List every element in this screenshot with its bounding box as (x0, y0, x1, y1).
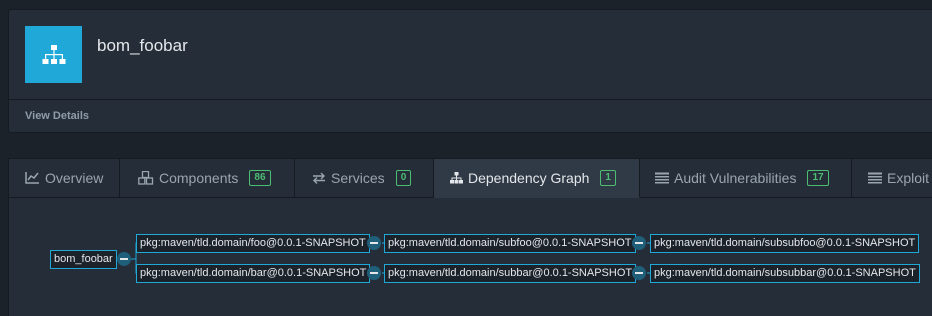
graph-node-foo[interactable]: pkg:maven/tld.domain/foo@0.0.1-SNAPSHOT (136, 234, 370, 253)
tasks-icon (868, 172, 882, 184)
tab-dependency-graph[interactable]: Dependency Graph 1 (434, 159, 640, 198)
sitemap-icon (25, 26, 82, 83)
line-chart-icon (25, 172, 40, 184)
graph-links (131, 242, 651, 274)
graph-node-subsubbar[interactable]: pkg:maven/tld.domain/subsubbar@0.0.1-SNA… (650, 264, 920, 283)
project-title: bom_foobar (97, 36, 188, 55)
tab-label: Exploit (887, 170, 930, 186)
tab-label: Dependency Graph (468, 170, 590, 186)
collapse-toggle-icon[interactable] (117, 252, 131, 266)
graph-node-bar[interactable]: pkg:maven/tld.domain/bar@0.0.1-SNAPSHOT (136, 264, 371, 283)
tab-label: Audit Vulnerabilities (674, 170, 797, 186)
graph-node-subsubfoo[interactable]: pkg:maven/tld.domain/subsubfoo@0.0.1-SNA… (650, 234, 920, 253)
collapse-toggle-icon[interactable] (367, 266, 381, 280)
project-tabs-panel: Overview Components 86 Services 0 Depend… (8, 158, 932, 316)
dependency-graph: bom_foobar pkg:maven/tld.domain/foo@0.0.… (9, 199, 932, 316)
tab-label: Overview (45, 170, 104, 186)
collapse-toggle-icon[interactable] (632, 236, 646, 250)
dependency-graph-count-badge: 1 (600, 170, 616, 186)
project-header-card: bom_foobar View Details (8, 9, 932, 133)
tasks-icon (655, 172, 669, 184)
services-count-badge: 0 (395, 170, 412, 186)
audit-vulnerabilities-count-badge: 17 (807, 170, 829, 186)
tab-label: Services (331, 170, 385, 186)
graph-node-subbar[interactable]: pkg:maven/tld.domain/subbar@0.0.1-SNAPSH… (384, 264, 637, 283)
graph-node-root[interactable]: bom_foobar (50, 250, 117, 269)
cubes-icon (138, 171, 154, 185)
sitemap-icon (450, 172, 463, 184)
tab-audit-vulnerabilities[interactable]: Audit Vulnerabilities 17 (640, 159, 852, 198)
collapse-toggle-icon[interactable] (632, 266, 646, 280)
header-divider (9, 99, 932, 100)
components-count-badge: 86 (249, 170, 271, 186)
tab-overview[interactable]: Overview (9, 159, 120, 198)
tab-services[interactable]: Services 0 (295, 159, 434, 198)
collapse-toggle-icon[interactable] (367, 236, 381, 250)
graph-node-subfoo[interactable]: pkg:maven/tld.domain/subfoo@0.0.1-SNAPSH… (384, 234, 636, 253)
tab-bar: Overview Components 86 Services 0 Depend… (9, 159, 932, 198)
view-details-link[interactable]: View Details (25, 110, 89, 122)
exchange-icon (312, 172, 326, 184)
tab-label: Components (159, 170, 239, 186)
tab-exploit[interactable]: Exploit (852, 159, 932, 198)
tab-components[interactable]: Components 86 (120, 159, 295, 198)
